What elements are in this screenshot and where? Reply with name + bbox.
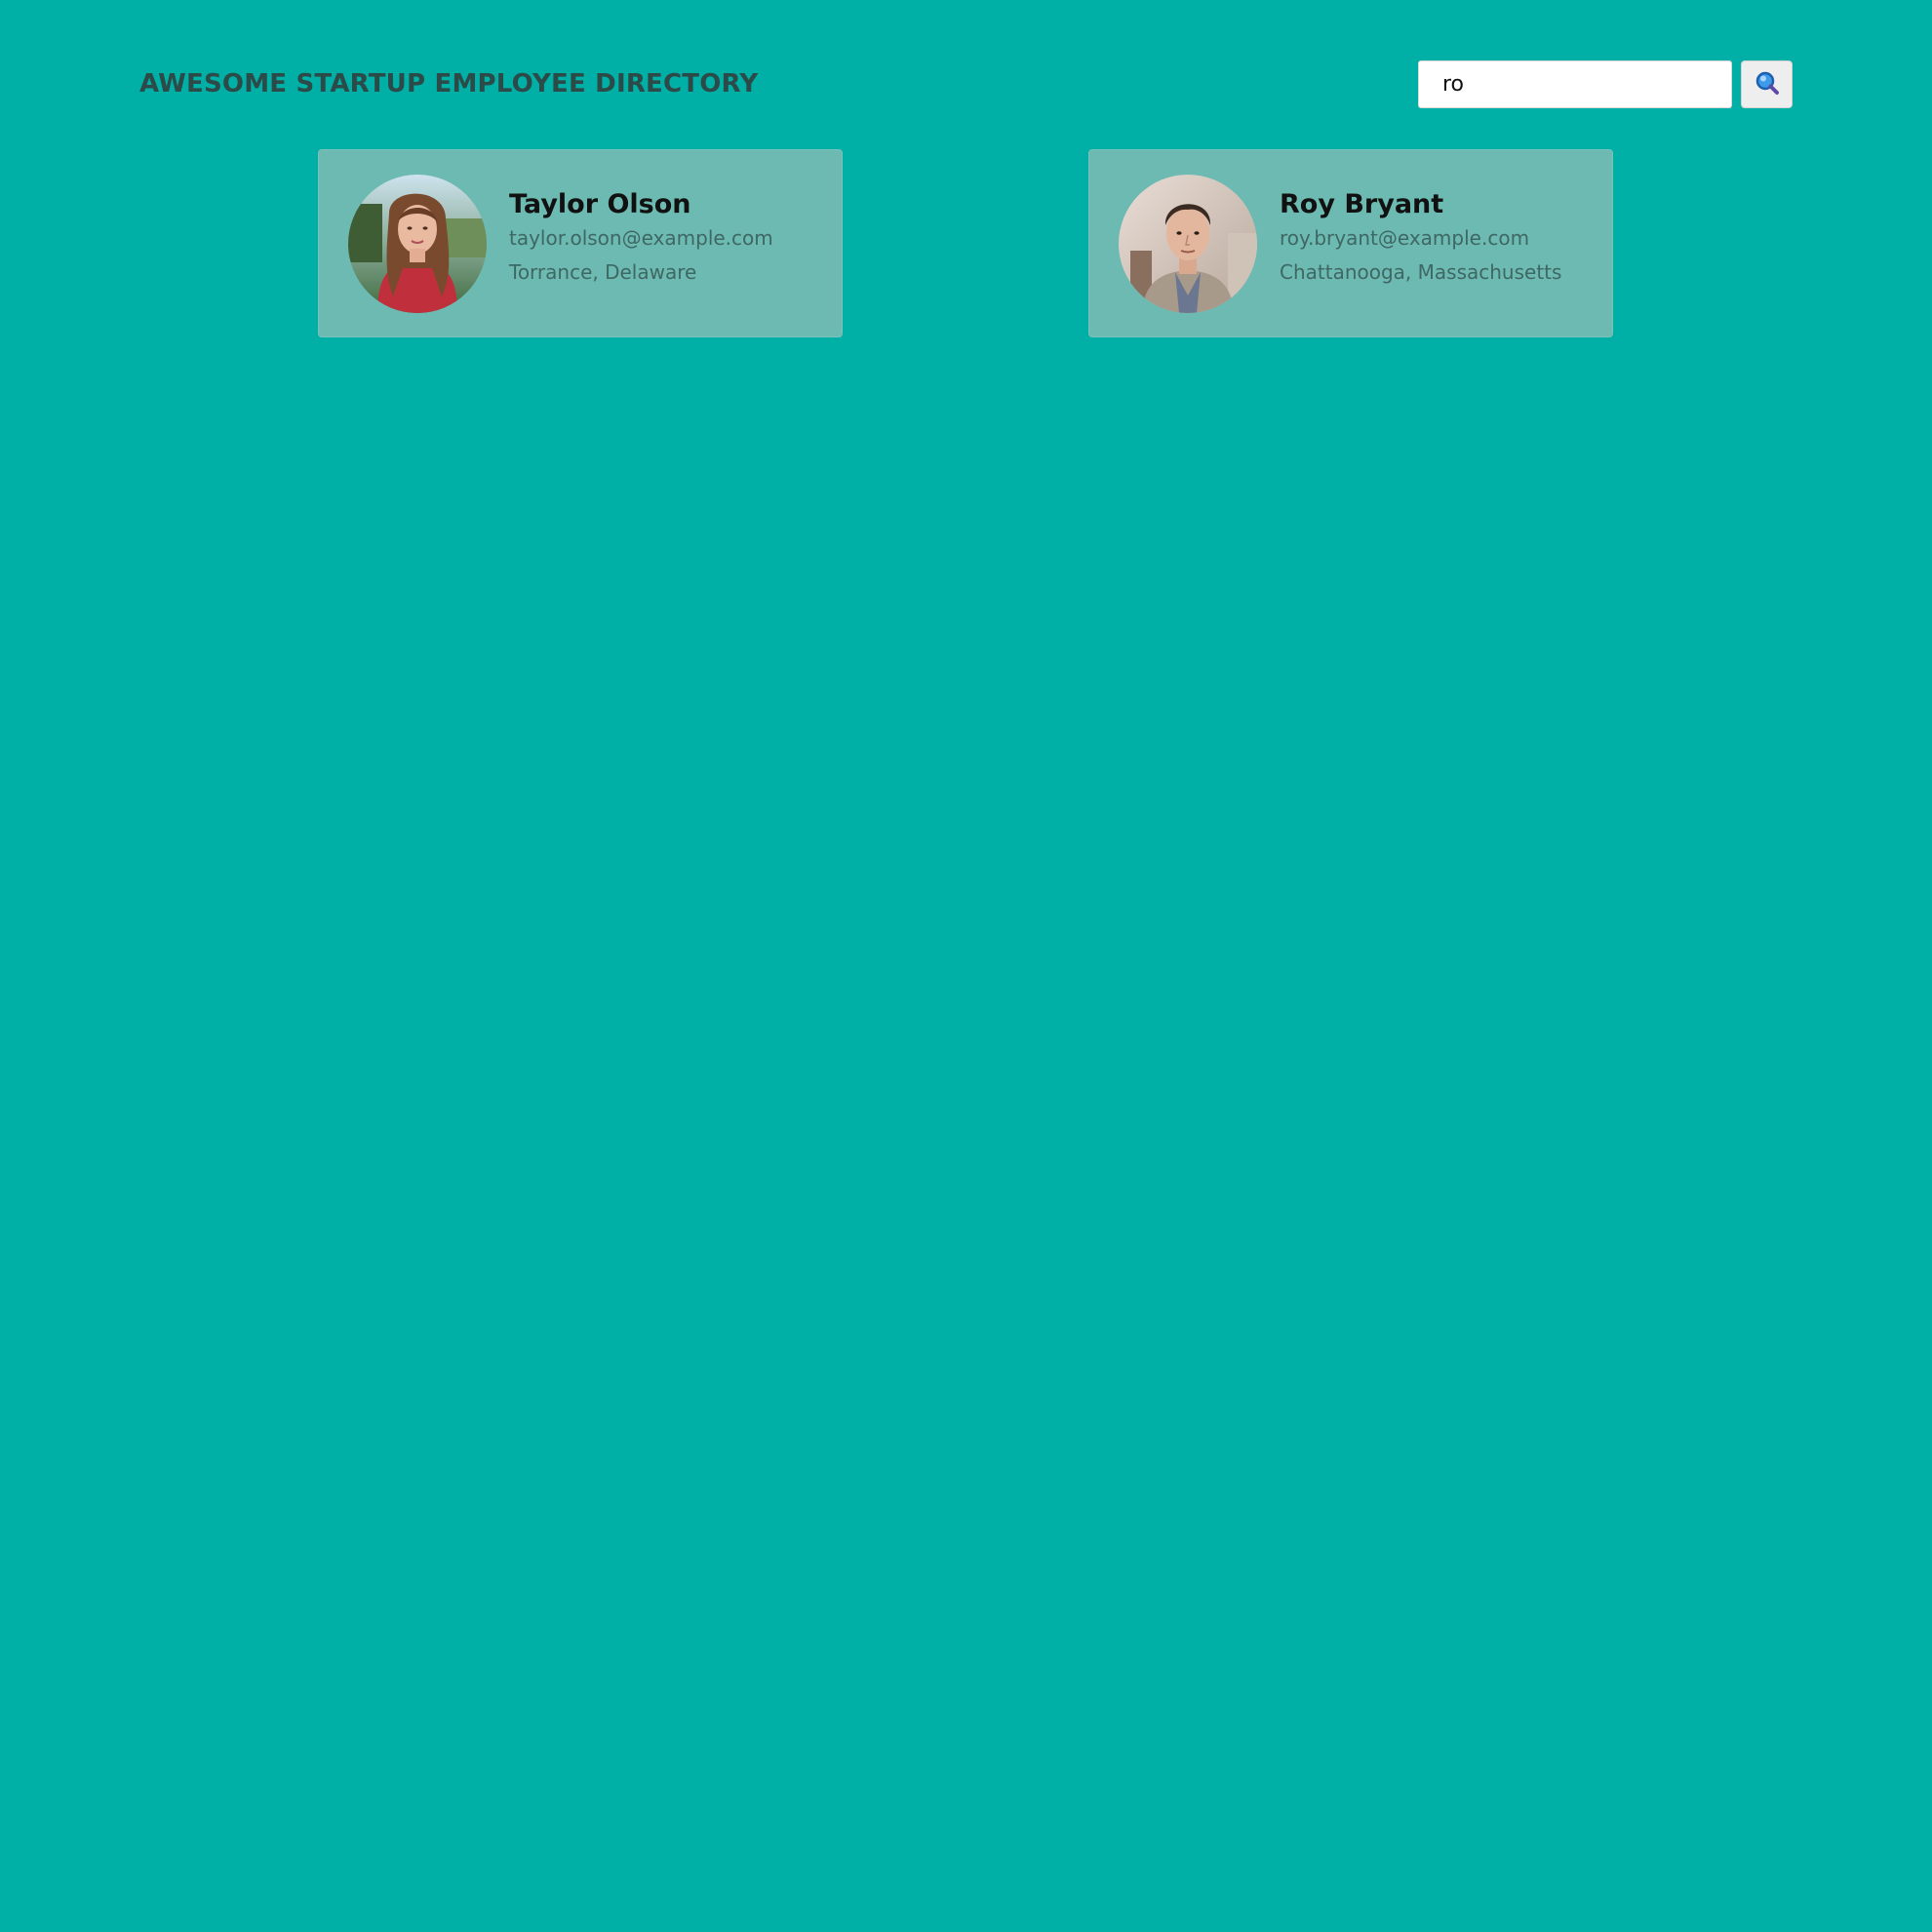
employee-gallery: Taylor Olson taylor.olson@example.com To… bbox=[318, 149, 1613, 337]
employee-card[interactable]: Roy Bryant roy.bryant@example.com Chatta… bbox=[1088, 149, 1613, 337]
employee-name: Roy Bryant bbox=[1280, 188, 1444, 219]
employee-location: Chattanooga, Massachusetts bbox=[1280, 259, 1562, 284]
search-icon bbox=[1755, 70, 1780, 99]
employee-email: taylor.olson@example.com bbox=[509, 225, 773, 250]
search-button[interactable] bbox=[1741, 59, 1793, 108]
page-header: AWESOME STARTUP EMPLOYEE DIRECTORY bbox=[139, 57, 1793, 111]
avatar bbox=[348, 174, 487, 313]
search-form bbox=[1418, 59, 1793, 108]
employee-info: Roy Bryant roy.bryant@example.com Chatta… bbox=[1280, 188, 1561, 290]
employee-card[interactable]: Taylor Olson taylor.olson@example.com To… bbox=[318, 149, 843, 337]
avatar bbox=[1119, 174, 1257, 313]
search-input[interactable] bbox=[1418, 59, 1732, 108]
employee-name: Taylor Olson bbox=[509, 188, 691, 219]
page-title: AWESOME STARTUP EMPLOYEE DIRECTORY bbox=[139, 69, 759, 99]
employee-info: Taylor Olson taylor.olson@example.com To… bbox=[509, 188, 773, 290]
employee-location: Torrance, Delaware bbox=[509, 259, 697, 284]
employee-email: roy.bryant@example.com bbox=[1280, 225, 1530, 250]
